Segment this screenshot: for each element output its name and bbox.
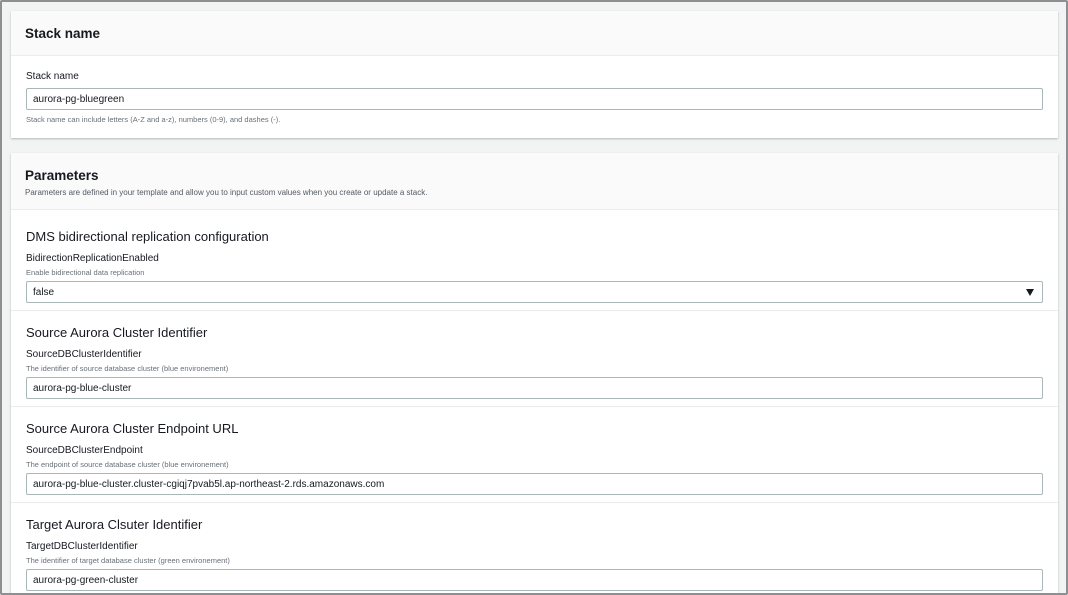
window-frame: Stack name Stack name Stack name can inc… xyxy=(0,0,1068,595)
bidirection-replication-select[interactable]: false xyxy=(26,281,1043,303)
parameters-panel: Parameters Parameters are defined in you… xyxy=(11,153,1058,593)
source-db-cluster-endpoint-description: The endpoint of source database cluster … xyxy=(26,460,229,469)
stack-name-panel-header: Stack name xyxy=(11,11,1058,56)
section-divider xyxy=(11,310,1058,311)
stack-name-panel-title: Stack name xyxy=(25,26,101,41)
target-cluster-identifier-section-title: Target Aurora Clsuter Identifier xyxy=(26,517,203,532)
stack-name-panel: Stack name Stack name Stack name can inc… xyxy=(11,11,1058,138)
section-divider xyxy=(11,406,1058,407)
bidirection-replication-label: BidirectionReplicationEnabled xyxy=(26,253,159,264)
source-cluster-identifier-section-title: Source Aurora Cluster Identifier xyxy=(26,325,208,340)
section-divider xyxy=(11,502,1058,503)
source-db-cluster-identifier-description: The identifier of source database cluste… xyxy=(26,364,229,373)
source-db-cluster-identifier-input[interactable] xyxy=(26,377,1043,399)
parameters-panel-title: Parameters xyxy=(25,168,99,183)
source-db-cluster-identifier-label: SourceDBClusterIdentifier xyxy=(26,349,142,360)
stack-name-input[interactable] xyxy=(26,88,1043,110)
stack-name-label: Stack name xyxy=(26,71,79,82)
target-db-cluster-identifier-input[interactable] xyxy=(26,569,1043,591)
source-cluster-endpoint-section-title: Source Aurora Cluster Endpoint URL xyxy=(26,421,239,436)
dms-replication-section-title: DMS bidirectional replication configurat… xyxy=(26,229,269,244)
caret-down-icon xyxy=(1026,288,1034,296)
stack-name-hint: Stack name can include letters (A-Z and … xyxy=(26,115,281,124)
source-db-cluster-endpoint-label: SourceDBClusterEndpoint xyxy=(26,445,143,456)
target-db-cluster-identifier-description: The identifier of target database cluste… xyxy=(26,556,230,565)
parameters-panel-header: Parameters Parameters are defined in you… xyxy=(11,153,1058,210)
bidirection-replication-selected-value: false xyxy=(33,286,55,298)
source-db-cluster-endpoint-input[interactable] xyxy=(26,473,1043,495)
parameters-panel-description: Parameters are defined in your template … xyxy=(25,188,428,197)
target-db-cluster-identifier-label: TargetDBClusterIdentifier xyxy=(26,541,138,552)
bidirection-replication-description: Enable bidirectional data replication xyxy=(26,268,145,277)
